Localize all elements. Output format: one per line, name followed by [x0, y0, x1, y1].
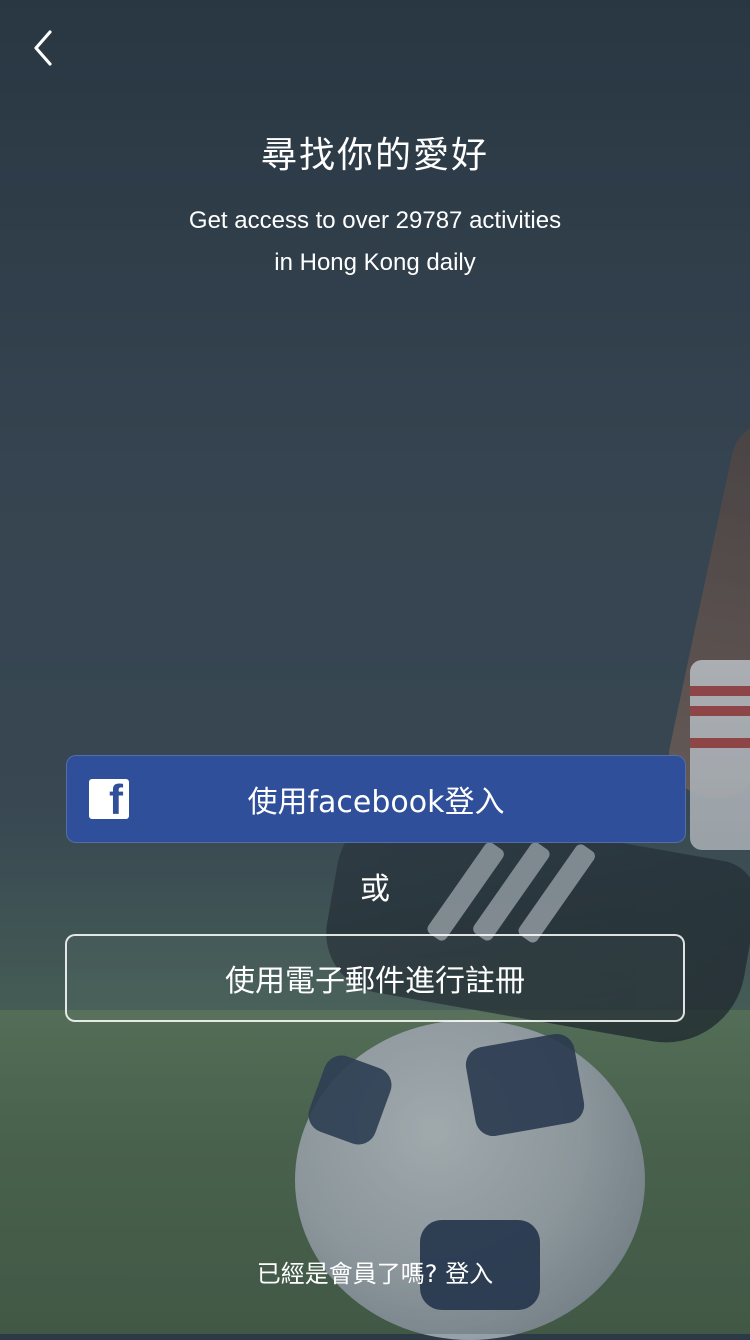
facebook-login-button[interactable]: f 使用facebook登入 — [66, 755, 686, 843]
back-button[interactable] — [30, 30, 54, 66]
subtitle-line-2: in Hong Kong daily — [274, 249, 476, 276]
member-question-text: 已經是會員了嗎? — [256, 1260, 438, 1288]
facebook-login-label: 使用facebook登入 — [247, 785, 505, 820]
or-divider: 或 — [360, 872, 390, 907]
footer-login-prompt: 已經是會員了嗎? 登入 — [0, 1258, 750, 1290]
chevron-left-icon — [34, 30, 52, 66]
email-signup-label: 使用電子郵件進行註冊 — [225, 964, 525, 999]
page-subtitle: Get access to over 29787 activities in H… — [0, 200, 750, 284]
login-link[interactable]: 登入 — [445, 1260, 493, 1288]
page-title: 尋找你的愛好 — [260, 135, 489, 176]
email-signup-button[interactable]: 使用電子郵件進行註冊 — [65, 934, 685, 1022]
subtitle-line-1: Get access to over 29787 activities — [188, 207, 562, 234]
